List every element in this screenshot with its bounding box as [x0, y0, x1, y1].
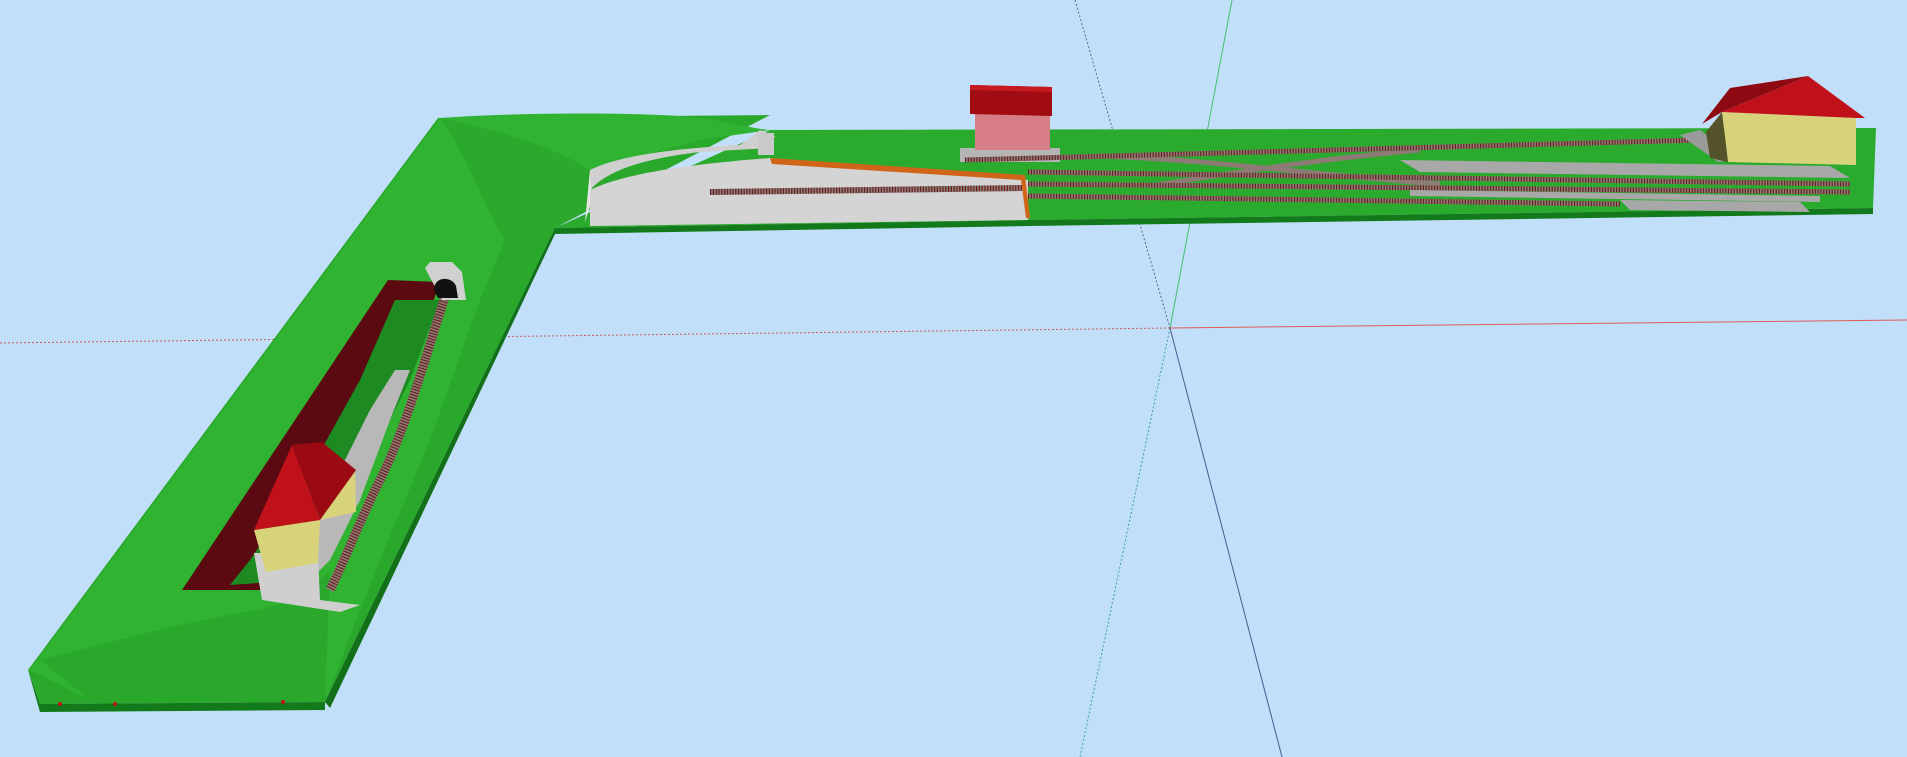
blue-axis-lower — [1169, 327, 1283, 757]
harbour-track — [709, 185, 1023, 195]
goods-shed[interactable] — [960, 85, 1060, 162]
marker — [281, 700, 285, 704]
wall-pillar — [758, 133, 774, 155]
right-building-wall-front — [1722, 112, 1856, 165]
marker — [113, 702, 117, 706]
layout-scene[interactable] — [0, 0, 1907, 757]
green-axis-lower — [1079, 327, 1171, 757]
marker — [58, 702, 62, 706]
3d-viewport[interactable] — [0, 0, 1907, 757]
platform-short — [1620, 200, 1810, 212]
red-axis-left — [0, 327, 1171, 344]
red-axis-right — [1169, 319, 1907, 329]
right-station-building[interactable] — [1702, 76, 1865, 165]
